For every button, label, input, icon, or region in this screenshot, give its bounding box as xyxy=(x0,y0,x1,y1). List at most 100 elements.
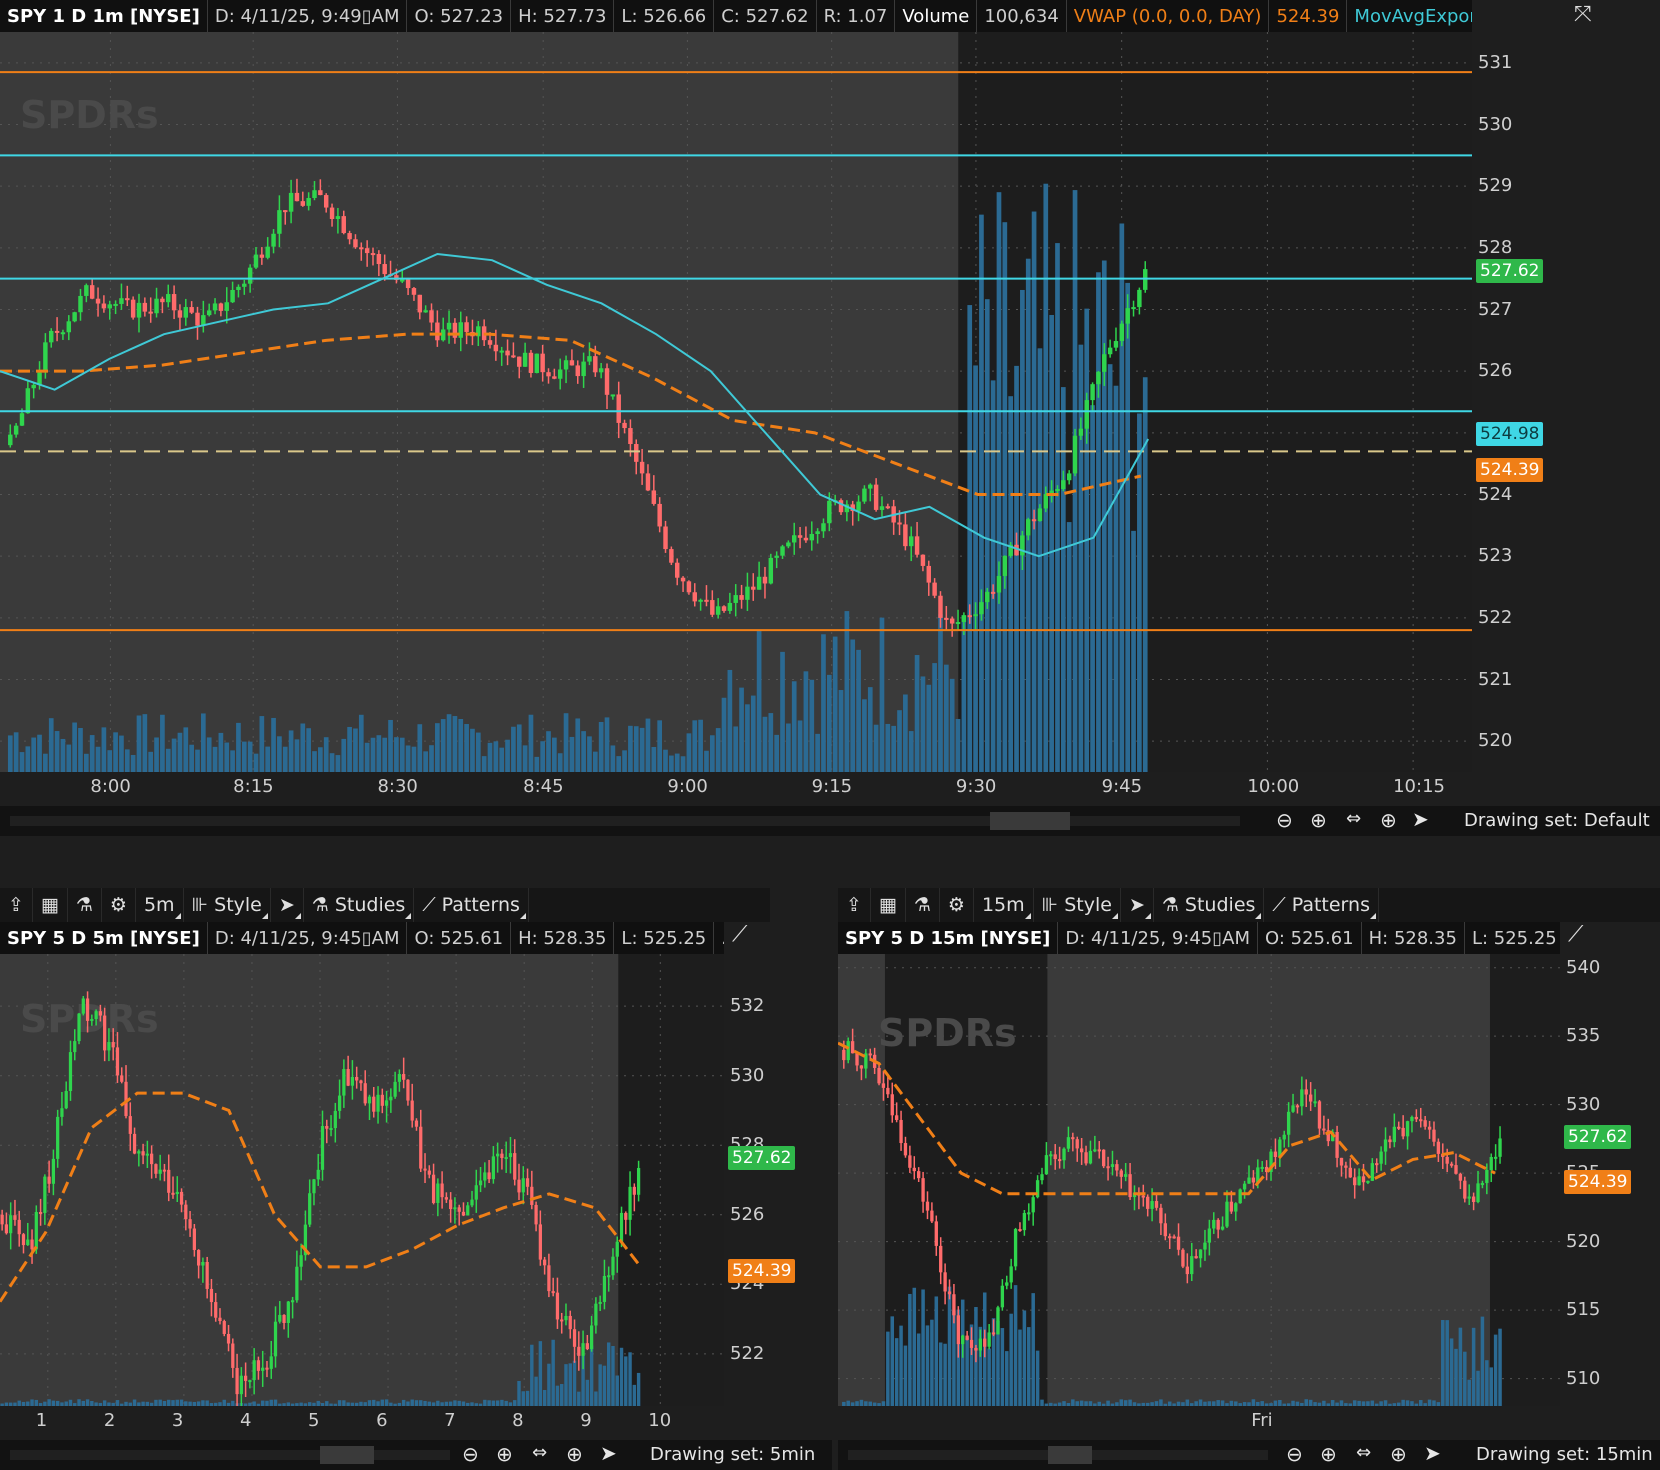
volume-bar xyxy=(241,741,247,772)
candle-body xyxy=(624,1212,628,1220)
candle-body xyxy=(188,1219,192,1229)
candle-body xyxy=(607,1275,611,1278)
candle-body xyxy=(651,490,657,504)
zoom-out-icon[interactable]: ⊖ xyxy=(1286,1442,1303,1466)
candle-body xyxy=(1061,480,1066,490)
volume-bar xyxy=(1005,1351,1009,1406)
candle-body xyxy=(1113,341,1119,348)
volume-bar xyxy=(177,732,183,772)
candle-body xyxy=(615,1241,619,1257)
main-y-axis: 531530529528527526525524523522521520527.… xyxy=(1472,32,1660,772)
zoom-in-icon[interactable]: ⊕ xyxy=(496,1442,513,1466)
right-chart[interactable]: SPDRs xyxy=(838,954,1560,1406)
studies-button[interactable]: ⚗ Studies xyxy=(304,888,415,922)
flask-button[interactable]: ⚗ xyxy=(906,888,940,922)
left-scroll-thumb[interactable] xyxy=(320,1446,374,1464)
volume-bar xyxy=(632,1384,637,1406)
volume-bar xyxy=(382,737,388,772)
left-more[interactable]: ... xyxy=(714,922,724,954)
interval-button[interactable]: 15m xyxy=(974,888,1034,922)
volume-bar xyxy=(517,1380,521,1406)
cursor-icon[interactable]: ➤ xyxy=(600,1441,617,1465)
main-scroll-thumb[interactable] xyxy=(990,812,1070,830)
studies-button[interactable]: ⚗ Studies xyxy=(1154,888,1265,922)
x-tick-label: 10 xyxy=(648,1410,672,1431)
calendar-button[interactable]: ▦ xyxy=(33,888,68,922)
volume-bar xyxy=(624,1356,628,1406)
candle-body xyxy=(261,1367,265,1371)
volume-bar xyxy=(669,755,674,772)
drawing-set-label[interactable]: Drawing set: Default xyxy=(1464,810,1650,831)
volume-bar xyxy=(1018,1329,1022,1406)
main-symbol[interactable]: SPY 1 D 1m [NYSE] xyxy=(0,0,208,32)
settings-button[interactable]: ⚙ xyxy=(102,888,136,922)
candle-body xyxy=(56,1116,60,1159)
volume-bar xyxy=(903,1345,908,1406)
cursor-button[interactable]: ➤ xyxy=(271,888,304,922)
zoom-out-icon[interactable]: ⊖ xyxy=(1276,808,1293,832)
candle-body xyxy=(1471,1196,1476,1202)
candle-body xyxy=(572,1329,577,1347)
candle-body xyxy=(51,1158,56,1184)
left-symbol[interactable]: SPY 5 D 5m [NYSE] xyxy=(0,922,208,954)
volume-bar xyxy=(903,694,908,772)
right-symbol[interactable]: SPY 5 D 15m [NYSE] xyxy=(838,922,1059,954)
left-scrollbar[interactable] xyxy=(10,1450,450,1460)
candle-body xyxy=(295,1266,299,1301)
flask-button[interactable]: ⚗ xyxy=(68,888,102,922)
style-button[interactable]: ⊪ Style xyxy=(1034,888,1121,922)
candle-body xyxy=(320,1126,325,1170)
candle-body xyxy=(1220,1226,1225,1230)
crosshair-icon[interactable]: ⊕ xyxy=(566,1442,583,1466)
candle-body xyxy=(1458,1173,1463,1181)
volume-bar xyxy=(965,1337,969,1406)
zoom-out-icon[interactable]: ⊖ xyxy=(462,1442,479,1466)
candle-body xyxy=(273,1321,278,1357)
share-button[interactable]: ⇪ xyxy=(0,888,33,922)
zoom-in-icon[interactable]: ⊕ xyxy=(1320,1442,1337,1466)
volume-bar xyxy=(727,669,733,772)
drawing-set-label[interactable]: Drawing set: 5min xyxy=(650,1444,815,1465)
collapse-icon[interactable]: ⤧ xyxy=(1574,2,1604,32)
crosshair-icon[interactable]: ⊕ xyxy=(1390,1442,1407,1466)
pan-icon[interactable]: ⇔ xyxy=(532,1442,547,1463)
calendar-button[interactable]: ▦ xyxy=(871,888,906,922)
volume-bar xyxy=(564,1364,568,1406)
settings-button[interactable]: ⚙ xyxy=(940,888,974,922)
left-expand-icon[interactable]: ⟋ xyxy=(732,922,747,947)
drawing-set-label[interactable]: Drawing set: 15min xyxy=(1476,1444,1653,1465)
candle-body xyxy=(528,352,534,373)
left-chart[interactable]: SPDRs xyxy=(0,954,724,1406)
right-scroll-thumb[interactable] xyxy=(1048,1446,1092,1464)
patterns-button[interactable]: ⟋ Patterns xyxy=(414,888,529,922)
patterns-button[interactable]: ⟋ Patterns xyxy=(1264,888,1379,922)
candle-body xyxy=(171,294,177,311)
candle-body xyxy=(1370,1163,1374,1181)
candle-body xyxy=(587,356,592,362)
volume-bar xyxy=(908,1293,912,1406)
volume-bar xyxy=(899,1325,903,1406)
style-button[interactable]: ⊪ Style xyxy=(184,888,271,922)
interval-button[interactable]: 5m xyxy=(136,888,184,922)
candle-body xyxy=(464,322,469,332)
main-chart[interactable]: SPDRs xyxy=(0,32,1472,772)
cursor-icon[interactable]: ➤ xyxy=(1424,1441,1441,1465)
pan-icon[interactable]: ⇔ xyxy=(1356,1442,1371,1463)
volume-bar xyxy=(949,678,955,772)
candle-body xyxy=(1002,555,1008,576)
candle-body xyxy=(125,298,130,301)
volume-bar xyxy=(692,720,698,772)
cursor-button[interactable]: ➤ xyxy=(1121,888,1154,922)
volume-bar xyxy=(1476,1370,1480,1406)
cursor-icon[interactable]: ➤ xyxy=(1412,807,1429,831)
y-tick-label: 510 xyxy=(1566,1367,1601,1389)
candle-body xyxy=(60,1108,64,1117)
candle-body xyxy=(230,289,235,303)
zoom-in-icon[interactable]: ⊕ xyxy=(1310,808,1327,832)
pan-icon[interactable]: ⇔ xyxy=(1346,808,1361,829)
candle-body xyxy=(903,1143,908,1156)
crosshair-icon[interactable]: ⊕ xyxy=(1380,808,1397,832)
candle-body xyxy=(645,473,651,491)
right-expand-icon[interactable]: ⟋ xyxy=(1568,922,1583,947)
share-button[interactable]: ⇪ xyxy=(838,888,871,922)
